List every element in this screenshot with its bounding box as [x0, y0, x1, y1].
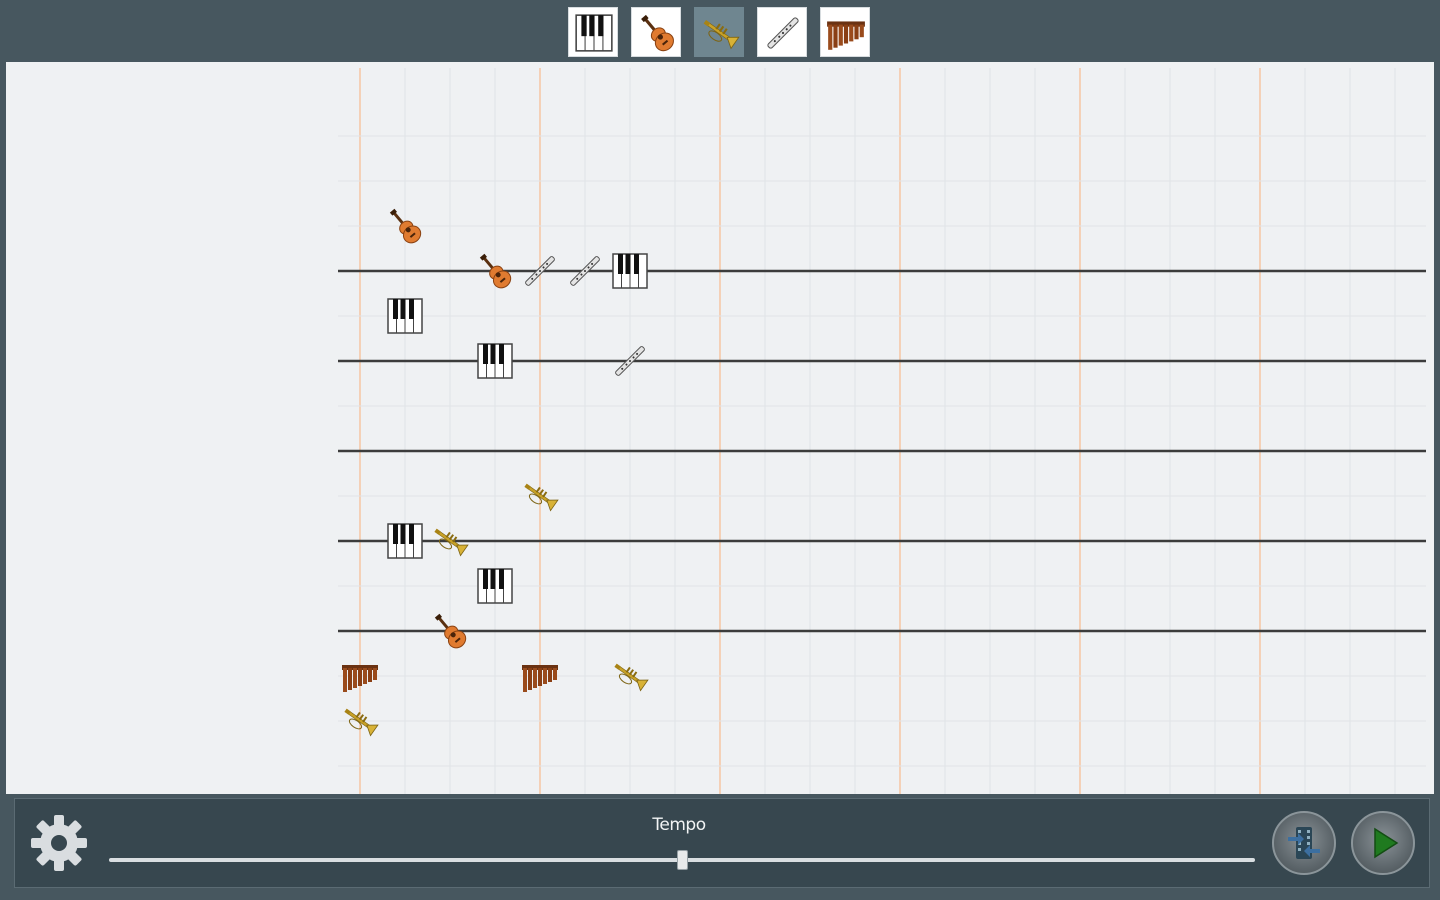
flute-tool-button[interactable] [757, 7, 807, 57]
note-piano[interactable] [385, 296, 425, 336]
piano-icon [387, 298, 423, 334]
play-icon [1374, 827, 1399, 859]
piano-icon [575, 14, 613, 52]
note-piano[interactable] [610, 251, 650, 291]
control-bar: Tempo [14, 798, 1430, 888]
trumpet-icon [344, 708, 379, 737]
trumpet-tool-button[interactable] [694, 7, 744, 57]
note-piano[interactable] [385, 521, 425, 561]
flute-icon [525, 256, 555, 286]
guitar-icon [434, 613, 467, 649]
flute-icon [570, 256, 600, 286]
note-trumpet[interactable] [520, 476, 560, 516]
xylophone-icon [827, 21, 865, 50]
note-flute[interactable] [565, 251, 605, 291]
note-flute[interactable] [520, 251, 560, 291]
xylophone-icon [522, 665, 558, 692]
note-piano[interactable] [475, 341, 515, 381]
guitar-icon [641, 14, 674, 52]
xylophone-tool-button[interactable] [820, 7, 870, 57]
guitar-icon [479, 253, 512, 289]
shuffle-button[interactable] [1272, 811, 1336, 875]
piano-icon [612, 253, 648, 289]
tempo-label: Tempo [652, 815, 706, 835]
composition-canvas[interactable] [6, 62, 1434, 794]
piano-tool-button[interactable] [568, 7, 618, 57]
note-guitar[interactable] [385, 206, 425, 246]
note-xylophone[interactable] [340, 656, 380, 696]
trumpet-icon [703, 20, 740, 50]
trumpet-icon [434, 528, 469, 557]
note-xylophone[interactable] [520, 656, 560, 696]
xylophone-icon [342, 665, 378, 692]
settings-button[interactable] [27, 811, 91, 875]
note-trumpet[interactable] [610, 656, 650, 696]
guitar-icon [389, 208, 422, 244]
note-trumpet[interactable] [340, 701, 380, 741]
note-guitar[interactable] [430, 611, 470, 651]
shuffle-icon [1288, 827, 1320, 859]
gear-icon [31, 815, 87, 871]
note-guitar[interactable] [475, 251, 515, 291]
piano-icon [477, 568, 513, 604]
note-trumpet[interactable] [430, 521, 470, 561]
tempo-slider-thumb[interactable] [677, 850, 688, 870]
trumpet-icon [524, 483, 559, 512]
trumpet-icon [614, 663, 649, 692]
note-flute[interactable] [610, 341, 650, 381]
piano-icon [387, 523, 423, 559]
flute-icon [615, 346, 645, 376]
staff-grid [338, 68, 1426, 794]
piano-icon [477, 343, 513, 379]
tempo-slider[interactable] [109, 849, 1255, 873]
note-piano[interactable] [475, 566, 515, 606]
guitar-tool-button[interactable] [631, 7, 681, 57]
flute-icon [767, 17, 799, 49]
play-button[interactable] [1351, 811, 1415, 875]
